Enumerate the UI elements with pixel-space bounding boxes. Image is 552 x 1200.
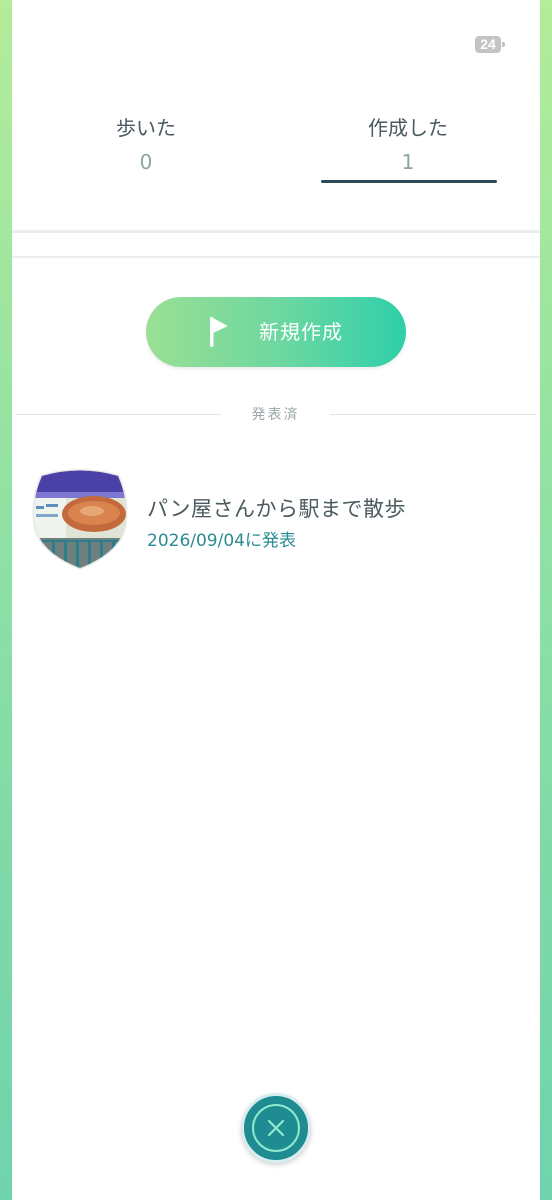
- tab-walked[interactable]: 歩いた 0: [56, 112, 236, 178]
- route-title[interactable]: パン屋さんから駅まで散歩: [147, 494, 406, 524]
- tab-selected-indicator: [321, 180, 497, 183]
- flag-icon: [206, 316, 230, 352]
- route-published-date: 2026/09/04に発表: [147, 531, 296, 551]
- new-route-button-label: 新規作成: [259, 320, 343, 344]
- battery-indicator: 24: [475, 36, 505, 53]
- tab-walked-count: 0: [139, 150, 153, 174]
- header-divider-secondary: [12, 256, 540, 258]
- close-button[interactable]: [241, 1093, 311, 1163]
- section-divider-right: [330, 414, 536, 415]
- tab-created-label: 作成した: [368, 116, 448, 140]
- route-badge-icon[interactable]: [32, 468, 128, 572]
- new-route-button[interactable]: 新規作成: [146, 297, 406, 367]
- battery-level: 24: [480, 36, 496, 52]
- section-divider-left: [16, 414, 221, 415]
- tab-created[interactable]: 作成した 1: [318, 112, 498, 178]
- tab-walked-label: 歩いた: [116, 116, 176, 140]
- tab-created-count: 1: [401, 150, 415, 174]
- header-divider: [12, 230, 540, 233]
- published-section-label: 発表済: [251, 407, 300, 423]
